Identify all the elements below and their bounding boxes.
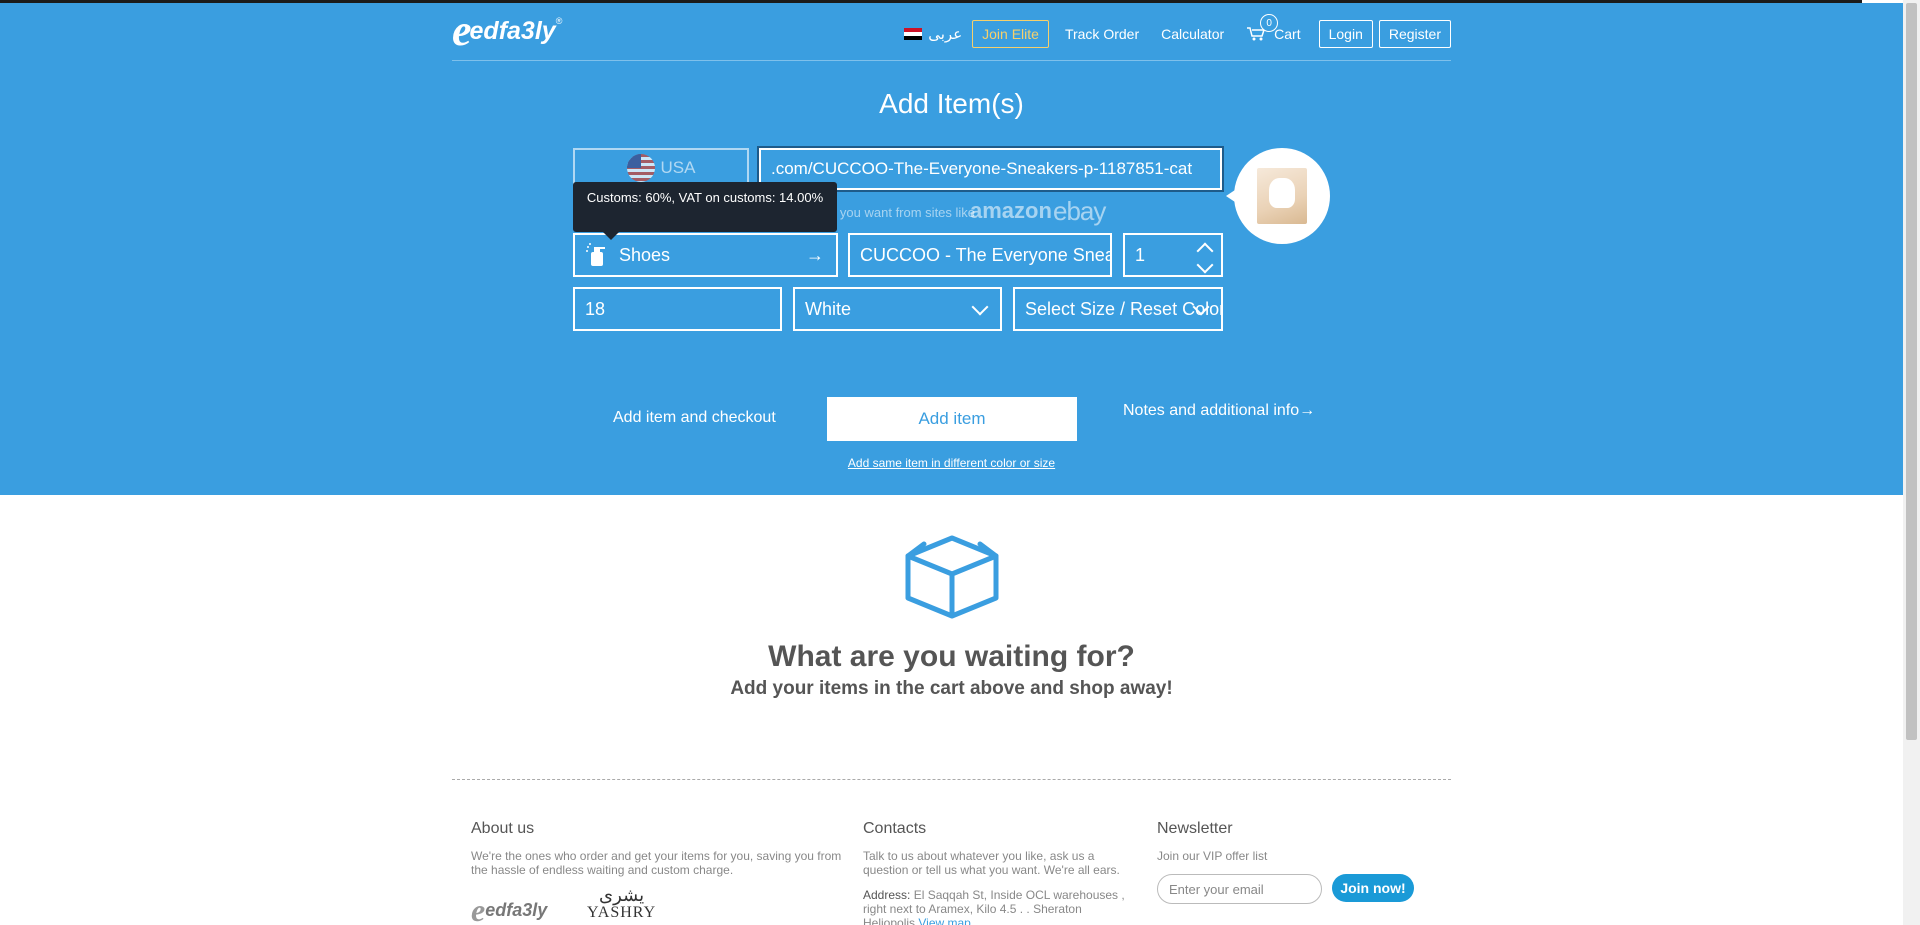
about-title: About us (471, 820, 535, 837)
quantity-value: 1 (1135, 244, 1146, 265)
notes-link[interactable]: Notes and additional info→ (1123, 402, 1315, 420)
footer-divider (452, 779, 1451, 780)
language-label: عربى (928, 26, 963, 43)
footer-logo[interactable]: e edfa3ly (471, 892, 547, 925)
size-select[interactable]: Select Size / Reset Color (1013, 287, 1223, 331)
yashry-arabic: يشرى (599, 885, 645, 905)
view-map-link[interactable]: View map (918, 916, 970, 925)
page-scrollbar[interactable] (1903, 0, 1920, 925)
add-same-item-link[interactable]: Add same item in different color or size (0, 456, 1903, 470)
color-select[interactable]: White (793, 287, 1002, 331)
newsletter-email-input[interactable]: Enter your email (1157, 874, 1322, 904)
country-label: USA (660, 158, 696, 177)
footer-logo-text: edfa3ly (485, 900, 548, 920)
register-button[interactable]: Register (1378, 20, 1451, 48)
color-value: White (805, 298, 852, 319)
size-value: Select Size / Reset Color (1025, 298, 1223, 319)
address-label: Address: (863, 888, 911, 902)
cart-label: Cart (1274, 26, 1301, 42)
page-title: Add Item(s) (879, 88, 1024, 119)
add-and-checkout-link[interactable]: Add item and checkout (613, 409, 776, 427)
chevron-down-icon (971, 298, 989, 316)
egypt-flag-icon (904, 28, 923, 40)
track-order-link[interactable]: Track Order (1065, 26, 1139, 42)
quantity-stepper[interactable]: 1 (1123, 233, 1223, 277)
product-thumbnail (1257, 168, 1307, 224)
stepper-arrows[interactable] (1196, 241, 1214, 274)
top-nav: عربى Join Elite Track Order Calculator 0… (904, 14, 1451, 48)
contacts-title: Contacts (863, 820, 927, 837)
logo-registered: ® (555, 16, 563, 26)
empty-state-title: What are you waiting for? (768, 640, 1135, 673)
chevron-down-icon[interactable] (1196, 256, 1214, 274)
calculator-link[interactable]: Calculator (1161, 26, 1224, 42)
notes-label: Notes and additional info (1123, 402, 1300, 419)
spray-bottle-icon (586, 243, 605, 266)
item-preview (1226, 148, 1330, 244)
contacts-text: Talk to us about whatever you like, ask … (863, 849, 1120, 877)
amazon-logo: amazon (970, 198, 1052, 223)
header-divider (452, 60, 1451, 61)
scrollbar-thumb[interactable] (1906, 3, 1917, 740)
login-button[interactable]: Login (1318, 20, 1373, 48)
box-icon (905, 535, 999, 619)
site-logo[interactable]: e edfa3ly ® (452, 9, 563, 53)
price-input[interactable]: 18 (573, 287, 782, 331)
yashry-english: YASHRY (587, 904, 657, 921)
arrow-right-icon: → (1299, 402, 1316, 419)
arrow-right-icon: → (806, 244, 824, 265)
address-text: Address: El Saqqah St, Inside OCL wareho… (863, 888, 1133, 925)
yashry-logo[interactable]: يشرى YASHRY (587, 886, 656, 922)
add-item-button[interactable]: Add item (827, 397, 1077, 441)
newsletter-title: Newsletter (1157, 820, 1233, 837)
usa-flag-icon (626, 154, 655, 182)
join-elite-button[interactable]: Join Elite (972, 20, 1049, 48)
empty-state-subtitle: Add your items in the cart above and sho… (730, 678, 1173, 699)
item-name-input[interactable]: CUCCOO - The Everyone Sneakers (848, 233, 1112, 277)
category-label: Shoes (619, 244, 671, 265)
newsletter-text: Join our VIP offer list (1157, 849, 1268, 863)
logo-text: edfa3ly (469, 16, 556, 45)
join-now-button[interactable]: Join now! (1332, 874, 1414, 902)
customs-tooltip: Customs: 60%, VAT on customs: 14.00% (573, 182, 837, 240)
cart-link[interactable]: 0 Cart (1246, 14, 1301, 42)
logo-mark-icon: e (471, 892, 486, 925)
ebay-logo: ebay (1053, 196, 1106, 226)
about-text: We're the ones who order and get your it… (471, 849, 842, 877)
language-switch[interactable]: عربى (904, 25, 962, 43)
